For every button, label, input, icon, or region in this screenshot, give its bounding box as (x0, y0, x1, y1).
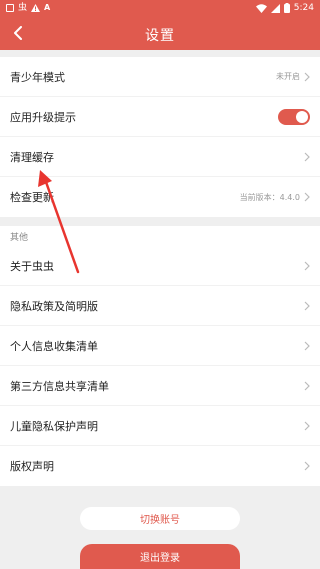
upgrade-prompt-toggle[interactable] (278, 108, 310, 125)
row-label: 个人信息收集清单 (10, 339, 98, 353)
logout-button[interactable]: 退出登录 (80, 544, 240, 569)
chong-icon: 虫 (18, 2, 28, 13)
warning-icon (31, 4, 41, 12)
row-label: 清理缓存 (10, 150, 54, 164)
status-bar-left: 虫 A (6, 2, 51, 13)
a-icon: A (44, 3, 51, 12)
chevron-right-icon (304, 381, 310, 390)
row-value: 当前版本：4.4.0 (239, 192, 300, 202)
chevron-right-icon (304, 72, 310, 81)
status-bar-right: 5:24 (255, 3, 314, 13)
other-group: 其他 关于虫虫 隐私政策及简明版 个人信息收集清单 第三方信息共享清单 儿童隐私… (0, 226, 320, 486)
other-row-third-party-sharing[interactable]: 第三方信息共享清单 (0, 366, 320, 406)
wifi-icon (255, 3, 267, 13)
row-label: 检查更新 (10, 191, 54, 204)
page-title: 设置 (145, 28, 175, 44)
chevron-right-icon (304, 192, 310, 202)
battery-icon (283, 3, 290, 13)
signal-icon (270, 3, 280, 13)
row-label: 儿童隐私保护声明 (10, 419, 98, 433)
chevron-right-icon (304, 152, 310, 161)
section-header-other: 其他 (0, 226, 320, 246)
other-row-privacy-policy[interactable]: 隐私政策及简明版 (0, 286, 320, 326)
status-time: 5:24 (293, 3, 314, 13)
toggle-knob (296, 110, 308, 123)
status-bar: 虫 A 5:24 (0, 0, 320, 16)
app-bar: 设置 (0, 16, 320, 50)
row-label: 青少年模式 (10, 70, 65, 84)
chevron-right-icon (304, 341, 310, 350)
chevron-right-icon (304, 421, 310, 430)
other-row-about[interactable]: 关于虫虫 (0, 246, 320, 286)
settings-row-teen-mode[interactable]: 青少年模式 未开启 (0, 57, 320, 97)
row-label: 版权声明 (10, 460, 54, 473)
row-label: 隐私政策及简明版 (10, 299, 98, 313)
switch-account-button[interactable]: 切换账号 (80, 507, 240, 530)
chevron-right-icon (304, 261, 310, 270)
chevron-right-icon (304, 461, 310, 471)
row-right: 当前版本：4.4.0 (240, 192, 310, 203)
row-label: 关于虫虫 (10, 259, 54, 273)
other-row-personal-info-list[interactable]: 个人信息收集清单 (0, 326, 320, 366)
row-label: 第三方信息共享清单 (10, 379, 109, 393)
settings-row-clear-cache[interactable]: 清理缓存 (0, 137, 320, 177)
row-value: 未开启 (276, 72, 300, 81)
settings-row-check-update[interactable]: 检查更新 当前版本：4.4.0 (0, 177, 320, 217)
row-right: 未开启 (276, 71, 310, 82)
settings-group: 青少年模式 未开启 应用升级提示 清理缓存 检查更新 当前版本：4.4.0 (0, 57, 320, 217)
square-icon (6, 4, 14, 12)
other-row-copyright[interactable]: 版权声明 (0, 446, 320, 486)
other-row-children-privacy[interactable]: 儿童隐私保护声明 (0, 406, 320, 446)
row-label: 应用升级提示 (10, 110, 76, 124)
settings-row-upgrade-prompt: 应用升级提示 (0, 97, 320, 137)
chevron-right-icon (304, 301, 310, 310)
